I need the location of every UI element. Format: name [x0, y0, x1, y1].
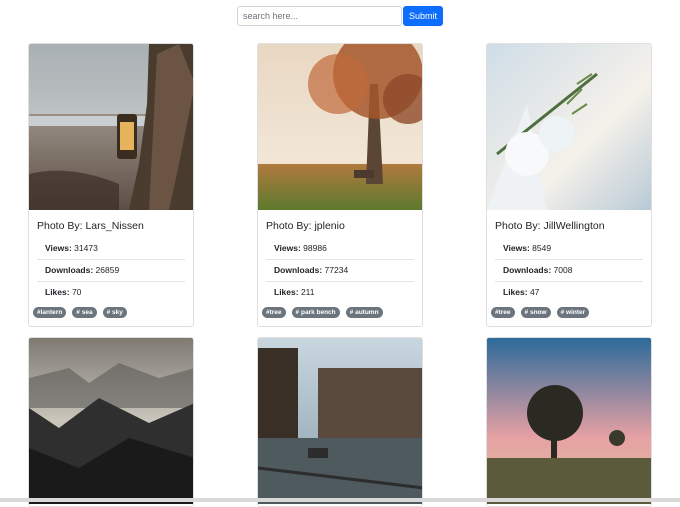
photo-card: Photo By: JillWellington Views: 8549 Dow… — [486, 43, 652, 327]
tag-list: #lantern # sea # sky — [29, 303, 193, 326]
search-form: Submit — [0, 6, 680, 26]
card-title: Photo By: JillWellington — [495, 220, 605, 232]
card-body: Photo By: Lars_Nissen Views: 31473 Downl… — [29, 210, 193, 303]
horizontal-scrollbar[interactable] — [0, 498, 680, 502]
tag-badge[interactable]: #lantern — [33, 307, 67, 318]
author-name: Lars_Nissen — [85, 220, 144, 232]
lone-tree-sunset-photo[interactable] — [487, 338, 652, 504]
author-name: JillWellington — [543, 220, 605, 232]
card-title: Photo By: jplenio — [266, 220, 345, 232]
tag-badge[interactable]: #tree — [491, 307, 515, 318]
card-body: Photo By: JillWellington Views: 8549 Dow… — [487, 210, 651, 303]
tag-list: #tree # snow # winter — [487, 303, 651, 326]
photo-card — [257, 337, 423, 507]
tag-list: #tree # park bench # autumn — [258, 303, 422, 326]
tag-badge[interactable]: # sea — [72, 307, 97, 318]
photo-card — [486, 337, 652, 507]
photo-card — [28, 337, 194, 507]
submit-button[interactable]: Submit — [403, 6, 443, 26]
tag-badge[interactable]: # sky — [102, 307, 127, 318]
downloads-stat: Downloads: 77234 — [266, 260, 414, 282]
photo-card: Photo By: Lars_Nissen Views: 31473 Downl… — [28, 43, 194, 327]
views-stat: Views: 8549 — [495, 238, 643, 260]
snow-branch-photo[interactable] — [487, 44, 652, 210]
tag-badge[interactable]: #tree — [262, 307, 286, 318]
tag-badge[interactable]: # autumn — [345, 307, 383, 318]
photo-card: Photo By: jplenio Views: 98986 Downloads… — [257, 43, 423, 327]
search-input[interactable] — [237, 6, 402, 26]
tag-badge[interactable]: # park bench — [291, 307, 340, 318]
card-title: Photo By: Lars_Nissen — [37, 220, 144, 232]
views-stat: Views: 98986 — [266, 238, 414, 260]
downloads-stat: Downloads: 7008 — [495, 260, 643, 282]
downloads-stat: Downloads: 26859 — [37, 260, 185, 282]
canal-city-photo[interactable] — [258, 338, 423, 504]
tag-badge[interactable]: # snow — [520, 307, 551, 318]
autumn-tree-photo[interactable] — [258, 44, 423, 210]
likes-stat: Likes: 211 — [274, 287, 315, 297]
mountain-mist-photo[interactable] — [29, 338, 194, 504]
tag-badge[interactable]: # winter — [556, 307, 590, 318]
views-stat: Views: 31473 — [37, 238, 185, 260]
lantern-photo[interactable] — [29, 44, 194, 210]
likes-stat: Likes: 70 — [45, 287, 82, 297]
card-body: Photo By: jplenio Views: 98986 Downloads… — [258, 210, 422, 303]
likes-stat: Likes: 47 — [503, 287, 540, 297]
author-name: jplenio — [314, 220, 345, 232]
